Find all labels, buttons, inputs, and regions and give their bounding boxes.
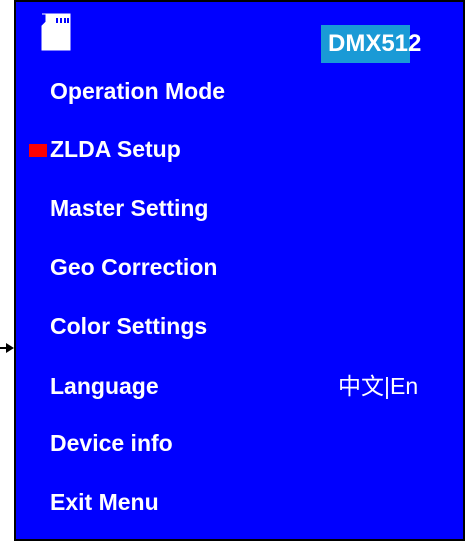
menu-item-operation-mode[interactable]: Operation Mode xyxy=(50,77,225,105)
menu-item-color-settings[interactable]: Color Settings xyxy=(50,312,207,340)
selection-marker xyxy=(29,144,47,157)
menu-item-language[interactable]: Language xyxy=(50,372,159,400)
menu-item-exit-menu[interactable]: Exit Menu xyxy=(50,488,159,516)
menu-item-zlda-setup[interactable]: ZLDA Setup xyxy=(50,135,181,163)
pointer-arrow-icon xyxy=(6,343,14,353)
protocol-badge-label: DMX512 xyxy=(328,30,422,57)
sd-card-icon xyxy=(41,13,71,51)
language-value[interactable]: 中文|En xyxy=(338,372,418,400)
menu-item-device-info[interactable]: Device info xyxy=(50,429,173,457)
menu-item-geo-correction[interactable]: Geo Correction xyxy=(50,253,217,281)
menu-item-master-setting[interactable]: Master Setting xyxy=(50,194,208,222)
